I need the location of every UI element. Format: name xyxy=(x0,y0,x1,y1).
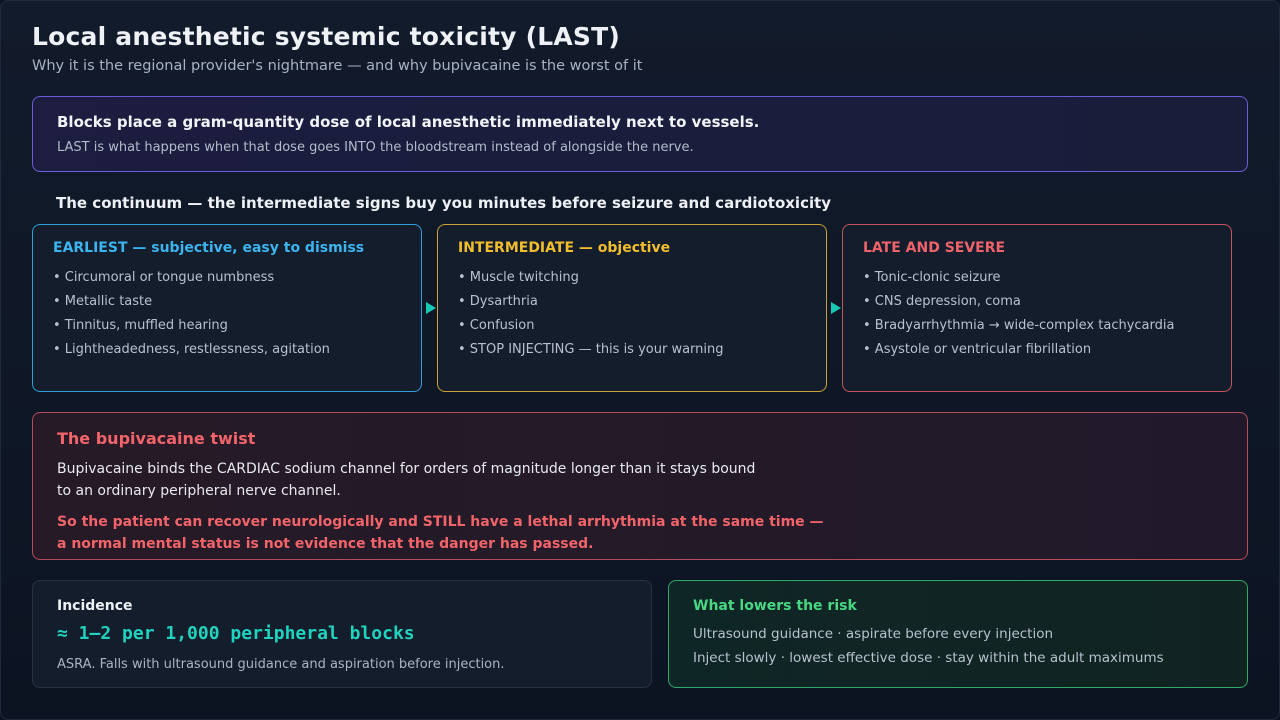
key-point-callout: Blocks place a gram-quantity dose of loc… xyxy=(32,96,1248,172)
symptom-item: • Tonic-clonic seizure xyxy=(863,270,1001,285)
risk-line: Inject slowly · lowest effective dose · … xyxy=(693,650,1164,666)
stage-late-severe-card: LATE AND SEVERE • Tonic-clonic seizure •… xyxy=(842,224,1232,392)
incidence-note: ASRA. Falls with ultrasound guidance and… xyxy=(57,657,505,672)
symptom-item: • Asystole or ventricular fibrillation xyxy=(863,342,1092,357)
symptom-item: • Confusion xyxy=(458,318,535,333)
callout-body: LAST is what happens when that dose goes… xyxy=(57,140,694,155)
page-title: Local anesthetic systemic toxicity (LAST… xyxy=(32,22,620,51)
bupivacaine-twist-panel: The bupivacaine twist Bupivacaine binds … xyxy=(32,412,1248,560)
continuum-heading: The continuum — the intermediate signs b… xyxy=(56,194,832,212)
incidence-label: Incidence xyxy=(57,598,133,614)
twist-body: Bupivacaine binds the CARDIAC sodium cha… xyxy=(57,458,817,502)
stage-title: LATE AND SEVERE xyxy=(863,240,1006,256)
twist-body-line: Bupivacaine binds the CARDIAC sodium cha… xyxy=(57,461,756,477)
page-subtitle: Why it is the regional provider's nightm… xyxy=(32,58,643,74)
symptom-list: • Circumoral or tongue numbness • Metall… xyxy=(53,270,330,366)
symptom-item: • Lightheadedness, restlessness, agitati… xyxy=(53,342,330,357)
twist-warning-line: a normal mental status is not evidence t… xyxy=(57,536,594,552)
symptom-list: • Muscle twitching • Dysarthria • Confus… xyxy=(458,270,724,366)
twist-title: The bupivacaine twist xyxy=(57,429,256,448)
symptom-item: • STOP INJECTING — this is your warning xyxy=(458,342,724,357)
risk-title: What lowers the risk xyxy=(693,598,857,614)
symptom-item: • CNS depression, coma xyxy=(863,294,1021,309)
arrow-right-icon xyxy=(426,302,436,314)
arrow-right-icon xyxy=(831,302,841,314)
symptom-item: • Dysarthria xyxy=(458,294,538,309)
symptom-item: • Metallic taste xyxy=(53,294,153,309)
symptom-list: • Tonic-clonic seizure • CNS depression,… xyxy=(863,270,1174,366)
risk-line: Ultrasound guidance · aspirate before ev… xyxy=(693,626,1054,642)
symptom-item: • Muscle twitching xyxy=(458,270,579,285)
stage-title: EARLIEST — subjective, easy to dismiss xyxy=(53,240,365,256)
risk-reduction-card: What lowers the risk Ultrasound guidance… xyxy=(668,580,1248,688)
twist-body-line: to an ordinary peripheral nerve channel. xyxy=(57,483,341,499)
incidence-card: Incidence ≈ 1–2 per 1,000 peripheral blo… xyxy=(32,580,652,688)
twist-warning: So the patient can recover neurologicall… xyxy=(57,511,857,555)
stage-earliest-card: EARLIEST — subjective, easy to dismiss •… xyxy=(32,224,422,392)
symptom-item: • Circumoral or tongue numbness xyxy=(53,270,275,285)
symptom-item: • Tinnitus, muffled hearing xyxy=(53,318,228,333)
callout-headline: Blocks place a gram-quantity dose of loc… xyxy=(57,113,760,131)
stage-title: INTERMEDIATE — objective xyxy=(458,240,671,256)
twist-warning-line: So the patient can recover neurologicall… xyxy=(57,514,824,530)
incidence-value: ≈ 1–2 per 1,000 peripheral blocks xyxy=(57,623,415,644)
stage-intermediate-card: INTERMEDIATE — objective • Muscle twitch… xyxy=(437,224,827,392)
symptom-item: • Bradyarrhythmia → wide-complex tachyca… xyxy=(863,318,1175,333)
